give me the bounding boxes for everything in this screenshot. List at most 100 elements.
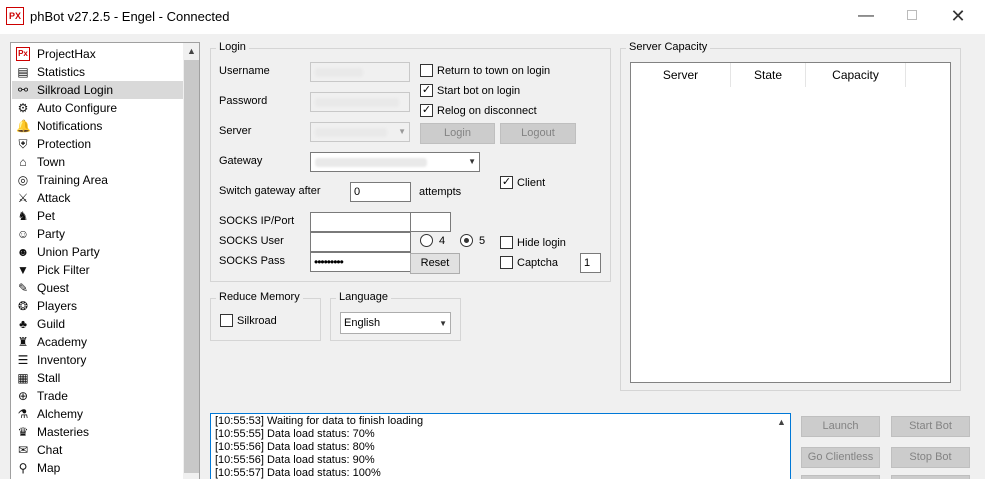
projecthax-icon: Px [16,47,30,61]
socks-ip-input[interactable] [310,212,411,232]
map-icon: ⚲ [18,461,28,475]
sidebar-item-chat[interactable]: ✉ Chat [12,441,183,459]
socks-port-input[interactable] [410,212,451,232]
sidebar-item-label: Union Party [37,245,100,259]
sidebar-item-label: Map [37,461,61,475]
sidebar-item-masteries[interactable]: ♛ Masteries [12,423,183,441]
gateway-dropdown[interactable]: ▼ [310,152,480,172]
sidebar-item-auto-configure[interactable]: ⚙ Auto Configure [12,99,183,117]
login-group-title: Login [216,41,249,53]
sidebar-item-alchemy[interactable]: ⚗ Alchemy [12,405,183,423]
start-bot-button[interactable]: Start Bot [891,416,970,437]
password-field[interactable] [310,92,410,112]
login-button[interactable]: Login [420,123,495,144]
sidebar-item-trade[interactable]: ⊕ Trade [12,387,183,405]
log-scrollbar[interactable]: ▲ [773,414,790,479]
username-field[interactable] [310,62,410,82]
sidebar-item-quest[interactable]: ✎ Quest [12,279,183,297]
log-line: [10:55:56] Data load status: 90% [215,454,375,466]
sidebar-item-stall[interactable]: ▦ Stall [12,369,183,387]
go-clientless-button[interactable]: Go Clientless [801,447,880,468]
sidebar-scrollbar[interactable]: ▲ [183,43,199,479]
password-label: Password [219,95,268,107]
sidebar-item-label: Trade [37,389,68,403]
notifications-icon: 🔔 [16,119,31,133]
stop-bot-button[interactable]: Stop Bot [891,447,970,468]
captcha-label: Captcha [517,257,558,269]
redacted-value [315,68,363,77]
hide-login-checkbox[interactable] [500,236,513,249]
hidden-button[interactable] [891,475,970,479]
start-bot-label: Start bot on login [437,85,521,97]
logout-button[interactable]: Logout [500,123,576,144]
launch-button[interactable]: Launch [801,416,880,437]
sidebar-item-map[interactable]: ⚲ Map [12,459,183,477]
chevron-down-icon: ▼ [468,157,476,166]
sidebar-item-protection[interactable]: ⛨ Protection [12,135,183,153]
sidebar-item-label: Inventory [37,353,87,367]
log-output[interactable]: [10:55:53] Waiting for data to finish lo… [210,413,791,479]
alchemy-icon: ⚗ [17,407,29,421]
sidebar-item-label: Protection [37,137,92,151]
socks-v4-radio[interactable] [420,234,433,247]
sidebar-item-inventory[interactable]: ☰ Inventory [12,351,183,369]
log-line: [10:55:57] Data load status: 100% [215,467,381,479]
start-bot-checkbox[interactable]: ✓ [420,84,433,97]
sidebar-item-training-area[interactable]: ◎ Training Area [12,171,183,189]
column-header-server[interactable]: Server [631,63,731,87]
captcha-checkbox[interactable] [500,256,513,269]
socks-user-input[interactable] [310,232,411,252]
minimize-button[interactable]: — [843,0,889,32]
maximize-button[interactable] [889,0,935,32]
title-bar: PX phBot v27.2.5 - Engel - Connected — ✕ [0,0,985,34]
hidden-button[interactable] [801,475,880,479]
sidebar-item-label: Pick Filter [37,263,90,277]
sidebar-item-party[interactable]: ☺ Party [12,225,183,243]
relog-checkbox[interactable]: ✓ [420,104,433,117]
socks-pass-input[interactable]: ••••••••• [310,252,411,272]
sidebar-item-projecthax[interactable]: Px ProjectHax [12,45,183,63]
reset-button[interactable]: Reset [410,253,460,274]
sidebar: Px ProjectHax ▤ Statistics ⚯ Silkroad Login ⚙ A… [10,42,200,479]
sidebar-item-town[interactable]: ⌂ Town [12,153,183,171]
pick-filter-icon: ▼ [17,263,29,277]
sidebar-item-players[interactable]: ❂ Players [12,297,183,315]
sidebar-item-label: Statistics [37,65,86,79]
window-title: phBot v27.2.5 - Engel - Connected [30,9,230,24]
server-capacity-table[interactable]: Server State Capacity [630,62,951,383]
protection-icon: ⛨ [18,137,28,151]
socks-v5-radio[interactable] [460,234,473,247]
captcha-input[interactable]: 1 [580,253,601,273]
scroll-thumb[interactable] [184,60,199,473]
sidebar-item-pick-filter[interactable]: ▼ Pick Filter [12,261,183,279]
sidebar-item-pet[interactable]: ♞ Pet [12,207,183,225]
sidebar-item-academy[interactable]: ♜ Academy [12,333,183,351]
sidebar-item-notifications[interactable]: 🔔 Notifications [12,117,183,135]
hide-login-label: Hide login [517,237,566,249]
sidebar-item-union-party[interactable]: ☻ Union Party [12,243,183,261]
client-checkbox[interactable]: ✓ [500,176,513,189]
close-button[interactable]: ✕ [935,0,981,32]
scroll-up-arrow-icon[interactable]: ▲ [183,43,199,60]
column-header-capacity[interactable]: Capacity [806,63,906,87]
silkroad-checkbox[interactable] [220,314,233,327]
sidebar-item-label: Auto Configure [37,101,118,115]
stall-icon: ▦ [17,371,29,385]
town-icon: ⌂ [19,155,27,169]
sidebar-item-statistics[interactable]: ▤ Statistics [12,63,183,81]
return-to-town-checkbox[interactable] [420,64,433,77]
sidebar-item-label: Quest [37,281,70,295]
guild-icon: ♣ [19,317,27,331]
sidebar-item-label: Masteries [37,425,90,439]
switch-gateway-label: Switch gateway after [219,185,321,197]
reduce-memory-title: Reduce Memory [216,291,303,303]
switch-gateway-input[interactable]: 0 [350,182,411,202]
sidebar-item-guild[interactable]: ♣ Guild [12,315,183,333]
sidebar-item-attack[interactable]: ⚔ Attack [12,189,183,207]
scroll-up-arrow-icon[interactable]: ▲ [773,414,790,431]
sidebar-item-silkroad-login[interactable]: ⚯ Silkroad Login [12,81,183,99]
server-dropdown[interactable]: ▼ [310,122,410,142]
language-dropdown[interactable]: English ▼ [340,312,451,334]
language-value: English [344,317,381,329]
column-header-state[interactable]: State [731,63,806,87]
